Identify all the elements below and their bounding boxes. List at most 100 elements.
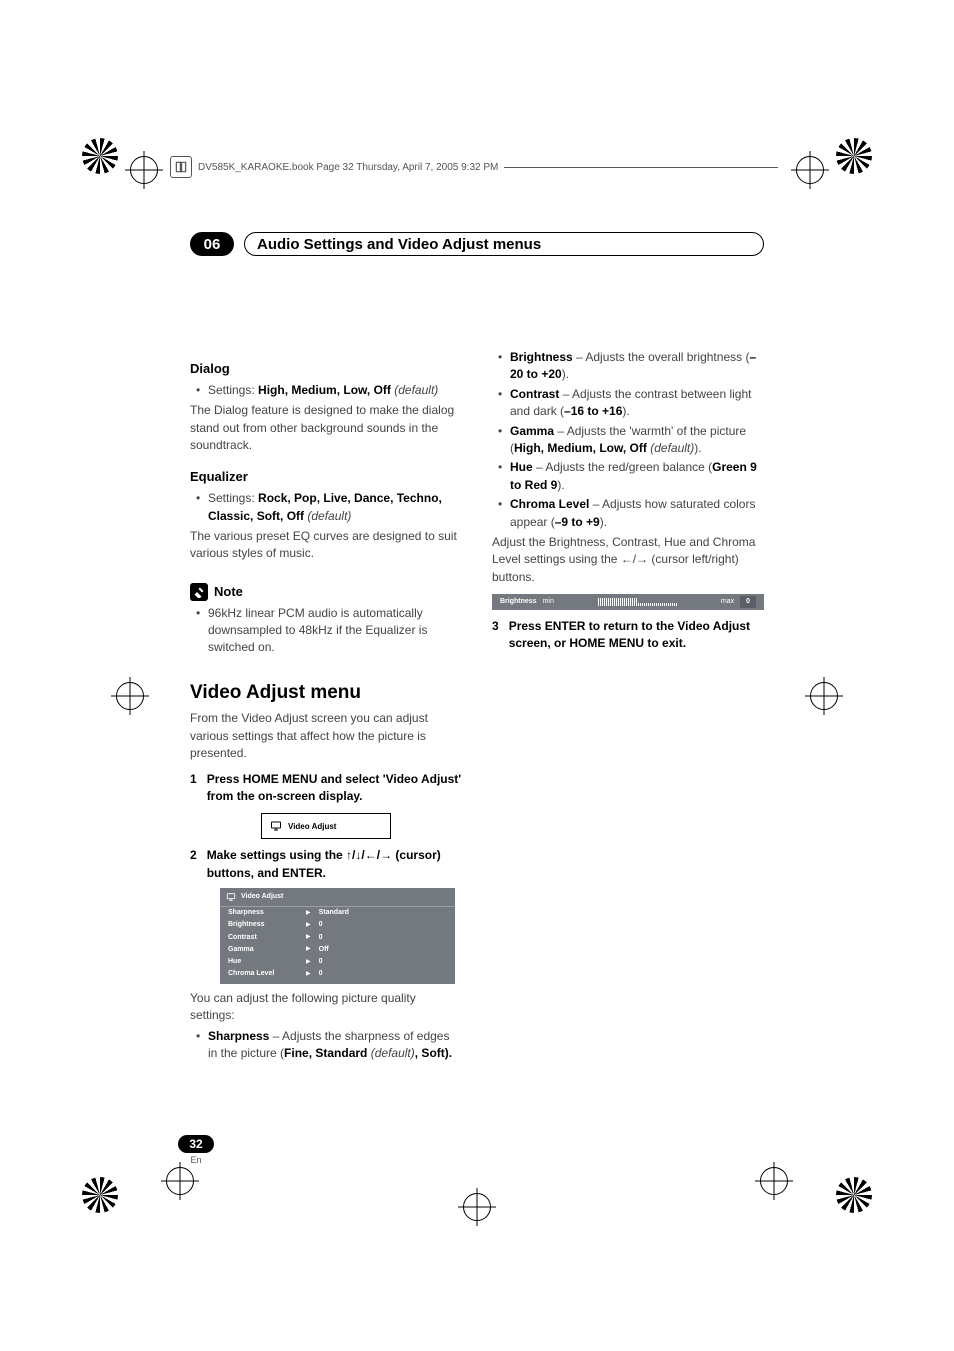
osd-row: Gamma▶ Off: [220, 944, 455, 956]
note-icon: [190, 583, 208, 601]
note-label: Note: [214, 583, 243, 602]
contrast-item: Contrast – Adjusts the contrast between …: [510, 386, 764, 421]
after-panel-text: You can adjust the following picture qua…: [190, 990, 462, 1025]
bar-scale: [560, 598, 715, 606]
def: (default): [650, 441, 694, 455]
dialog-body: The Dialog feature is designed to make t…: [190, 402, 462, 454]
bar-max: max: [721, 597, 734, 607]
vals: Fine, Standard: [284, 1046, 367, 1060]
osd-row-label: Gamma: [228, 945, 306, 955]
right-column: Brightness – Adjusts the overall brightn…: [492, 346, 764, 1066]
book-icon: [170, 156, 192, 178]
osd-row-label: Sharpness: [228, 908, 306, 918]
step-text: Press HOME MENU and select 'Video Adjust…: [207, 771, 462, 806]
t: – Adjusts the overall brightness (: [573, 350, 750, 364]
left-column: Dialog Settings: High, Medium, Low, Off …: [190, 346, 462, 1066]
lead: Sharpness: [208, 1029, 269, 1043]
video-adjust-heading: Video Adjust menu: [190, 679, 462, 707]
lead: Gamma: [510, 424, 554, 438]
osd-video-adjust-small: Video Adjust: [261, 813, 391, 839]
def: (default): [371, 1046, 415, 1060]
hue-item: Hue – Adjusts the red/green balance (Gre…: [510, 459, 764, 494]
arrow-down-icon: ↓: [355, 848, 361, 862]
dialog-settings: Settings: High, Medium, Low, Off (defaul…: [208, 382, 462, 399]
arrow-up-icon: ↑: [346, 848, 352, 862]
triangle-icon: ▶: [306, 970, 311, 979]
triangle-icon: ▶: [306, 933, 311, 942]
brightness-item: Brightness – Adjusts the overall brightn…: [510, 349, 764, 384]
eq-body: The various preset EQ curves are designe…: [190, 528, 462, 563]
osd-row-label: Chroma Level: [228, 969, 306, 979]
osd-row: Contrast▶0: [220, 932, 455, 944]
step-num: 1: [190, 771, 197, 806]
monitor-icon: [226, 892, 236, 902]
chapter-bar: 06 Audio Settings and Video Adjust menus: [190, 232, 764, 256]
lead: Chroma Level: [510, 497, 589, 511]
osd-row: Hue▶0: [220, 956, 455, 968]
step-2: 2 Make settings using the ↑/↓/←/→ (curso…: [190, 847, 462, 882]
step-3: 3 Press ENTER to return to the Video Adj…: [492, 618, 764, 653]
book-header: DV585K_KARAOKE.book Page 32 Thursday, Ap…: [170, 156, 784, 178]
equalizer-heading: Equalizer: [190, 468, 462, 487]
t: Make settings using the: [207, 848, 346, 862]
page-num-value: 32: [178, 1135, 214, 1153]
lead: Contrast: [510, 387, 559, 401]
book-header-text: DV585K_KARAOKE.book Page 32 Thursday, Ap…: [198, 162, 498, 173]
registration-mark-icon: [760, 1167, 788, 1195]
gamma-item: Gamma – Adjusts the 'warmth' of the pict…: [510, 423, 764, 458]
step-text: Make settings using the ↑/↓/←/→ (cursor)…: [207, 847, 462, 882]
triangle-icon: ▶: [306, 921, 311, 930]
chapter-title-wrap: Audio Settings and Video Adjust menus: [244, 232, 764, 256]
lead: Brightness: [510, 350, 573, 364]
chroma-item: Chroma Level – Adjusts how saturated col…: [510, 496, 764, 531]
arrow-right-icon: →: [380, 848, 392, 862]
step-1: 1 Press HOME MENU and select 'Video Adju…: [190, 771, 462, 806]
monitor-icon: [270, 820, 282, 832]
range: –16 to +16: [564, 404, 622, 418]
default-note: (default): [307, 509, 351, 523]
bar-min: min: [543, 597, 554, 607]
label: Settings:: [208, 491, 258, 505]
t: ).: [622, 404, 629, 418]
osd-row-label: Hue: [228, 957, 306, 967]
osd-panel-header: Video Adjust: [220, 888, 455, 907]
registration-mark-icon: [116, 682, 144, 710]
osd-row: Brightness▶ 0: [220, 919, 455, 931]
page-number: 32 En: [178, 1135, 214, 1165]
osd-row-label: Brightness: [228, 920, 306, 930]
t: – Adjusts the red/green balance (: [533, 460, 712, 474]
osd-row-value: Off: [319, 945, 329, 955]
registration-mark-icon: [166, 1167, 194, 1195]
osd-row-value: 0: [319, 920, 323, 930]
arrow-right-icon: →: [636, 552, 648, 566]
end: , Soft).: [415, 1046, 452, 1060]
registration-mark-icon: [463, 1193, 491, 1221]
eq-settings: Settings: Rock, Pop, Live, Dance, Techno…: [208, 490, 462, 525]
bar-value: 0: [740, 596, 756, 608]
t: ).: [562, 367, 569, 381]
registration-mark-icon: [796, 156, 824, 184]
step-text: Press ENTER to return to the Video Adjus…: [509, 618, 764, 653]
t: ).: [694, 441, 701, 455]
bar-label: Brightness: [500, 597, 537, 607]
osd-label: Video Adjust: [288, 821, 336, 833]
osd-row-value: 0: [319, 933, 323, 943]
printer-mark: [82, 1177, 118, 1213]
registration-mark-icon: [810, 682, 838, 710]
osd-row: Chroma Level▶0: [220, 968, 455, 980]
dialog-heading: Dialog: [190, 360, 462, 379]
values: High, Medium, Low, Off: [258, 383, 391, 397]
triangle-icon: ▶: [306, 945, 311, 954]
printer-mark: [836, 138, 872, 174]
t: ).: [557, 478, 564, 492]
chapter-title: Audio Settings and Video Adjust menus: [257, 236, 541, 253]
note-header: Note: [190, 583, 462, 602]
vam-intro: From the Video Adjust screen you can adj…: [190, 710, 462, 762]
osd-video-adjust-panel: Video Adjust Sharpness▶StandardBrightnes…: [220, 888, 455, 984]
page-lang: En: [178, 1155, 214, 1165]
arrow-left-icon: ←: [365, 848, 377, 862]
sharpness-item: Sharpness – Adjusts the sharpness of edg…: [208, 1028, 462, 1063]
step-num: 2: [190, 847, 197, 882]
printer-mark: [82, 138, 118, 174]
lead: Hue: [510, 460, 533, 474]
